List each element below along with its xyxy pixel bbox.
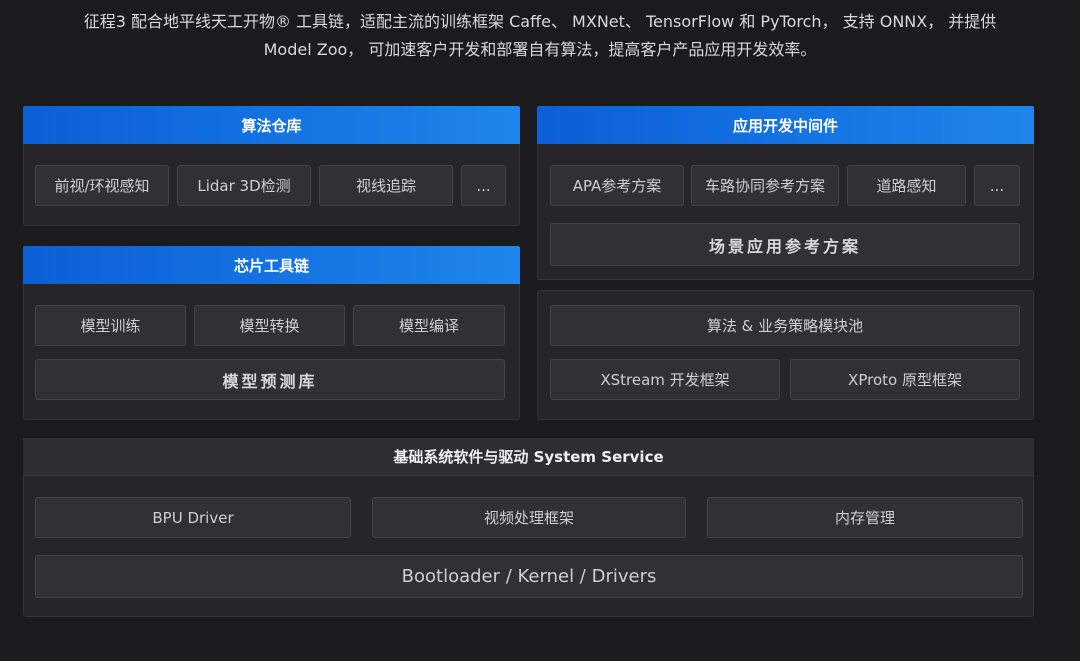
algo-repo-panel: 算法仓库 前视/环视感知 Lidar 3D检测 视线追踪 ... [23, 106, 520, 226]
mw-item-apa: APA参考方案 [550, 165, 684, 206]
system-service-panel: 基础系统软件与驱动 System Service BPU Driver 视频处理… [23, 438, 1034, 617]
tool-item-training: 模型训练 [35, 305, 186, 346]
algo-item-gaze: 视线追踪 [319, 165, 453, 206]
intro-line-2: Model Zoo， 可加速客户开发和部署自有算法，提高客户产品应用开发效率。 [263, 40, 817, 59]
memory-management: 内存管理 [707, 497, 1023, 538]
chip-toolchain-header: 芯片工具链 [23, 246, 520, 284]
strategy-module-pool: 算法 & 业务策略模块池 [550, 305, 1020, 346]
bootloader-kernel-drivers: Bootloader / Kernel / Drivers [35, 555, 1023, 598]
tool-item-conversion: 模型转换 [194, 305, 345, 346]
algo-item-lidar: Lidar 3D检测 [177, 165, 311, 206]
algo-item-more: ... [461, 165, 506, 206]
intro-text: 征程3 配合地平线天工开物® 工具链，适配主流的训练框架 Caffe、 MXNe… [0, 8, 1080, 64]
algo-repo-header: 算法仓库 [23, 106, 520, 144]
model-inference-lib: 模型预测库 [35, 359, 505, 400]
chip-toolchain-panel: 芯片工具链 模型训练 模型转换 模型编译 模型预测库 [23, 246, 520, 420]
system-service-header: 基础系统软件与驱动 System Service [23, 438, 1034, 476]
tool-item-compile: 模型编译 [353, 305, 505, 346]
xproto-framework: XProto 原型框架 [790, 359, 1020, 400]
mw-item-road: 道路感知 [847, 165, 966, 206]
video-processing-framework: 视频处理框架 [372, 497, 686, 538]
xstream-framework: XStream 开发框架 [550, 359, 780, 400]
page: 征程3 配合地平线天工开物® 工具链，适配主流的训练框架 Caffe、 MXNe… [0, 0, 1080, 661]
scenario-reference: 场景应用参考方案 [550, 223, 1020, 266]
bpu-driver: BPU Driver [35, 497, 351, 538]
algo-item-perception: 前视/环视感知 [35, 165, 169, 206]
mw-item-v2x: 车路协同参考方案 [691, 165, 839, 206]
mw-item-more: ... [974, 165, 1020, 206]
strategy-panel: 算法 & 业务策略模块池 XStream 开发框架 XProto 原型框架 [537, 290, 1034, 420]
middleware-panel: 应用开发中间件 APA参考方案 车路协同参考方案 道路感知 ... 场景应用参考… [537, 106, 1034, 280]
intro-line-1: 征程3 配合地平线天工开物® 工具链，适配主流的训练框架 Caffe、 MXNe… [83, 12, 997, 31]
middleware-header: 应用开发中间件 [537, 106, 1034, 144]
